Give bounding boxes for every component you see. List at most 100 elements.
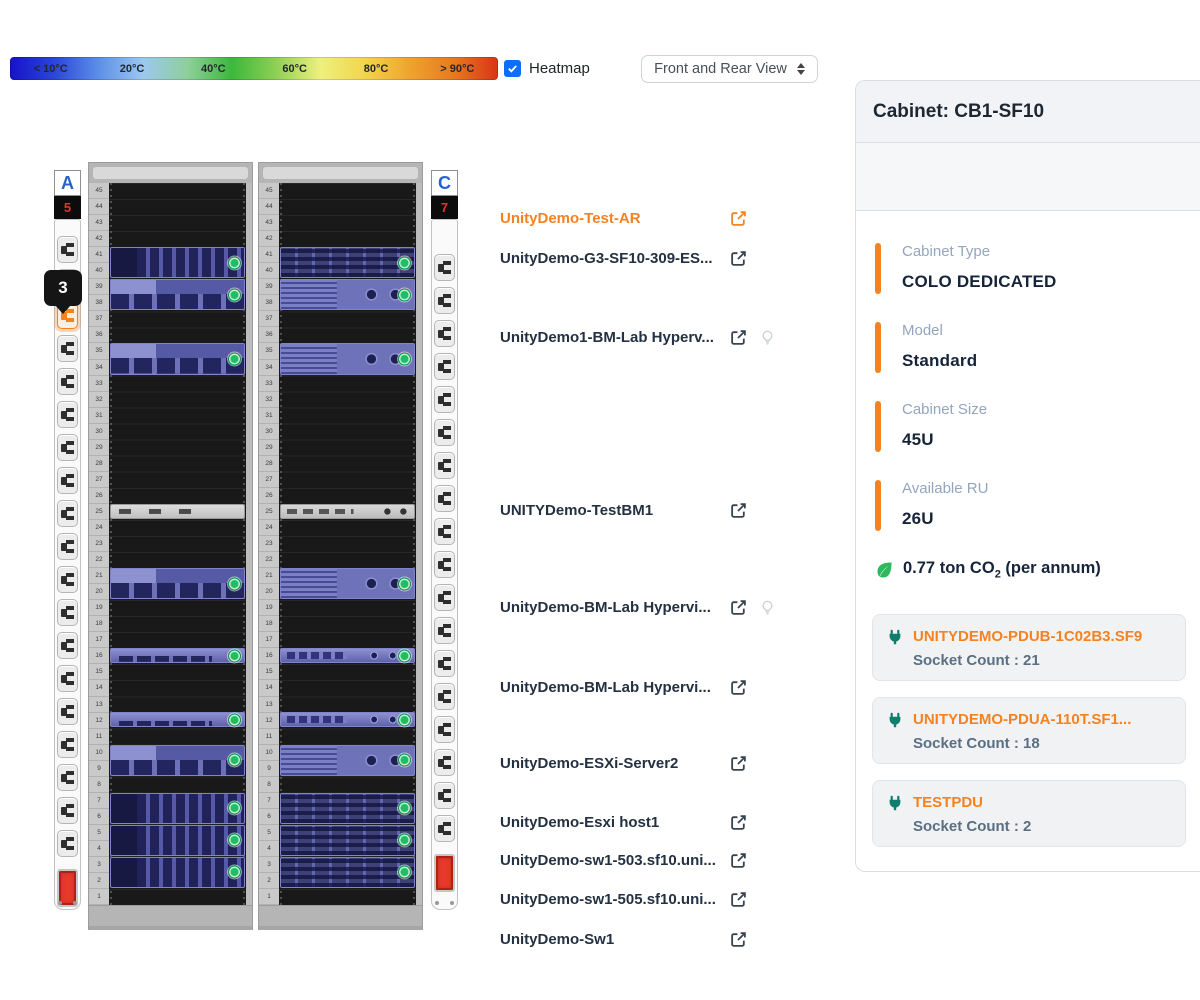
pdu-card[interactable]: TESTPDU Socket Count : 2 <box>872 780 1186 848</box>
server-front-u35[interactable] <box>110 343 245 375</box>
device-external-link[interactable] <box>730 852 747 869</box>
power-socket-icon[interactable] <box>434 452 455 479</box>
power-socket-icon[interactable] <box>434 419 455 446</box>
power-socket-icon[interactable] <box>434 749 455 776</box>
pdu-name-link[interactable]: UNITYDEMO-PDUA-110T.SF1... <box>913 711 1131 728</box>
device-name-link[interactable]: UnityDemo1-BM-Lab Hyperv... <box>500 329 730 346</box>
power-socket-icon[interactable] <box>57 632 78 659</box>
external-link-icon <box>731 599 746 615</box>
server-rear-u16[interactable] <box>280 648 415 664</box>
pdu-card[interactable]: UNITYDEMO-PDUB-1C02B3.SF9 Socket Count : … <box>872 614 1186 682</box>
power-socket-icon[interactable] <box>57 434 78 461</box>
power-socket-icon[interactable] <box>57 236 78 263</box>
power-socket-icon[interactable] <box>57 566 78 593</box>
cabinet-panel-title: Cabinet: CB1-SF10 <box>856 81 1200 143</box>
cabinet-detail-item: Cabinet Type COLO DEDICATED <box>872 243 1186 294</box>
device-external-link[interactable] <box>730 210 747 227</box>
server-rear-u21[interactable] <box>280 568 415 600</box>
server-front-u25[interactable] <box>110 503 245 519</box>
device-bulb-indicator[interactable] <box>760 600 775 615</box>
power-socket-icon[interactable] <box>434 320 455 347</box>
device-external-link[interactable] <box>730 755 747 772</box>
device-external-link[interactable] <box>730 502 747 519</box>
power-socket-icon[interactable] <box>434 551 455 578</box>
device-external-link[interactable] <box>730 679 747 696</box>
device-external-link[interactable] <box>730 814 747 831</box>
power-socket-icon[interactable] <box>57 533 78 560</box>
power-socket-icon[interactable] <box>434 683 455 710</box>
device-name-link[interactable]: UnityDemo-BM-Lab Hypervi... <box>500 679 730 696</box>
power-socket-icon[interactable] <box>434 287 455 314</box>
server-front-u39[interactable] <box>110 279 245 311</box>
rack-unit-number: 44 <box>259 199 279 216</box>
device-external-link[interactable] <box>730 250 747 267</box>
server-rear-u25[interactable] <box>280 503 415 519</box>
device-name-link[interactable]: UnityDemo-ESXi-Server2 <box>500 755 730 772</box>
server-rear-u5[interactable] <box>280 824 415 856</box>
server-front-u10[interactable] <box>110 744 245 776</box>
server-rear-u35[interactable] <box>280 343 415 375</box>
power-socket-icon[interactable] <box>434 716 455 743</box>
heatmap-checkbox[interactable] <box>504 60 521 77</box>
pdu-name-link[interactable]: TESTPDU <box>913 794 983 811</box>
device-external-link[interactable] <box>730 599 747 616</box>
power-socket-icon[interactable] <box>57 731 78 758</box>
server-rear-u41[interactable] <box>280 247 415 279</box>
power-socket-icon[interactable] <box>57 698 78 725</box>
server-front-u5[interactable] <box>110 824 245 856</box>
power-socket-icon[interactable] <box>434 617 455 644</box>
pdu-name-link[interactable]: UNITYDEMO-PDUB-1C02B3.SF9 <box>913 628 1142 645</box>
rack-unit-number: 41 <box>89 247 109 264</box>
power-socket-icon[interactable] <box>57 764 78 791</box>
device-name-link[interactable]: UnityDemo-sw1-505.sf10.uni... <box>500 891 730 908</box>
power-socket-icon[interactable] <box>434 254 455 281</box>
breaker-switch[interactable] <box>434 854 455 892</box>
server-rear-u39[interactable] <box>280 279 415 311</box>
power-socket-icon[interactable] <box>57 830 78 857</box>
power-socket-icon[interactable] <box>434 485 455 512</box>
power-socket-icon[interactable] <box>434 353 455 380</box>
server-rear-u7[interactable] <box>280 792 415 824</box>
power-socket-icon[interactable] <box>57 368 78 395</box>
server-front-u7[interactable] <box>110 792 245 824</box>
power-socket-icon[interactable] <box>434 650 455 677</box>
server-front-u12[interactable] <box>110 712 245 728</box>
device-bulb-indicator[interactable] <box>760 330 775 345</box>
power-socket-icon[interactable] <box>434 386 455 413</box>
device-name-link[interactable]: UnityDemo-BM-Lab Hypervi... <box>500 599 730 616</box>
server-front-u21[interactable] <box>110 568 245 600</box>
power-socket-icon[interactable] <box>57 401 78 428</box>
device-name-link[interactable]: UNITYDemo-TestBM1 <box>500 502 730 519</box>
power-socket-icon[interactable] <box>57 599 78 626</box>
cabinet-detail-panel: Cabinet: CB1-SF10 Cabinet Type COLO DEDIC… <box>855 80 1200 872</box>
power-socket-icon[interactable] <box>434 518 455 545</box>
device-external-link[interactable] <box>730 931 747 948</box>
server-front-u41[interactable] <box>110 247 245 279</box>
device-external-link[interactable] <box>730 891 747 908</box>
view-mode-select[interactable]: Front and Rear View <box>641 55 818 83</box>
power-socket-icon[interactable] <box>57 665 78 692</box>
server-rear-u3[interactable] <box>280 856 415 888</box>
power-socket-icon[interactable] <box>434 584 455 611</box>
server-front-u3[interactable] <box>110 856 245 888</box>
pdu-card[interactable]: UNITYDEMO-PDUA-110T.SF1... Socket Count :… <box>872 697 1186 765</box>
server-front-u16[interactable] <box>110 648 245 664</box>
power-socket-icon[interactable] <box>57 335 78 362</box>
power-socket-icon[interactable] <box>57 797 78 824</box>
device-name-link[interactable]: UnityDemo-Sw1 <box>500 931 730 948</box>
device-name-link[interactable]: UnityDemo-sw1-503.sf10.uni... <box>500 852 730 869</box>
status-ok-icon <box>398 288 411 302</box>
server-rear-u10[interactable] <box>280 744 415 776</box>
cabinet-detail-list: Cabinet Type COLO DEDICATED Model Standard C… <box>872 243 1186 531</box>
device-name-link[interactable]: UnityDemo-Test-AR <box>500 210 730 227</box>
status-ok-icon <box>398 865 411 879</box>
power-socket-icon[interactable] <box>434 815 455 842</box>
device-external-link[interactable] <box>730 329 747 346</box>
server-rear-u12[interactable] <box>280 712 415 728</box>
power-socket-icon[interactable] <box>57 467 78 494</box>
device-name-link[interactable]: UnityDemo-G3-SF10-309-ES... <box>500 250 730 267</box>
power-socket-icon[interactable] <box>57 500 78 527</box>
power-socket-icon[interactable] <box>434 782 455 809</box>
device-name-link[interactable]: UnityDemo-Esxi host1 <box>500 814 730 831</box>
heatmap-toggle[interactable]: Heatmap <box>504 60 590 77</box>
